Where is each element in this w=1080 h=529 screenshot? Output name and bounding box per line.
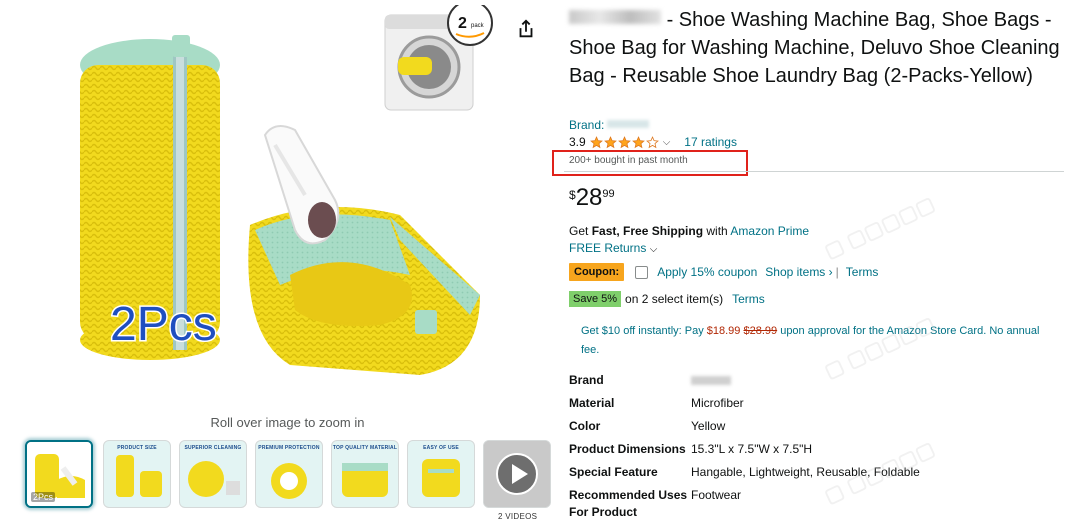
spec-value: Microfiber [691, 396, 744, 410]
star-icon [631, 135, 645, 148]
thumbnail-6[interactable]: EASY OF USE [407, 440, 475, 508]
star-icon [645, 135, 659, 148]
spec-key: Color [569, 419, 601, 433]
spec-key: Special Feature [569, 465, 658, 479]
product-details: - Shoe Washing Machine Bag, Shoe Bags - … [552, 0, 1074, 529]
card-offer-text: Get $10 off instantly: Pay [581, 325, 707, 337]
chevron-down-icon: ⌵ [649, 244, 658, 255]
shipping-info: Get Fast, Free Shipping with Amazon Prim… [569, 224, 809, 238]
store-card-offer[interactable]: Get $10 off instantly: Pay $18.99 $28.99… [581, 322, 1041, 360]
blurred-brand-name [569, 10, 661, 24]
thumbnail-label: PREMIUM PROTECTION [258, 445, 320, 451]
svg-text:2: 2 [458, 15, 467, 32]
thumbnail-1[interactable]: 2Pcs [25, 440, 93, 508]
thumbnail-label: EASY OF USE [423, 445, 459, 451]
apply-coupon-checkbox[interactable] [635, 265, 649, 279]
price-fraction: 99 [602, 188, 615, 200]
spec-key: Product Dimensions [569, 442, 686, 456]
two-pcs-overlay: 2Pcs [110, 298, 217, 351]
svg-text:pack: pack [471, 23, 485, 29]
thumbnail-label: TOP QUALITY MATERIAL [332, 445, 398, 451]
spec-value: Yellow [691, 419, 726, 433]
star-rating[interactable] [589, 135, 659, 149]
star-icon [603, 135, 617, 148]
image-gallery: 2Pcs 2 pack Roll over image to zoom in 2… [0, 0, 555, 529]
amazon-prime-link[interactable]: Amazon Prime [730, 224, 809, 238]
ratings-count-link[interactable]: 17 ratings [684, 135, 737, 149]
spec-value: Hangable, Lightweight, Reusable, Foldabl… [691, 465, 920, 479]
thumbnail-strip: 2Pcs PRODUCT SIZE SUPERIOR CLEANING PREM… [25, 440, 555, 510]
spec-value [691, 372, 731, 390]
play-icon [484, 441, 550, 507]
thumbnail-3[interactable]: SUPERIOR CLEANING [179, 440, 247, 508]
apply-coupon-label[interactable]: Apply 15% coupon [657, 265, 757, 279]
spec-key: Recommended Uses For Product [569, 488, 688, 519]
spec-value: 15.3"L x 7.5"W x 7.5"H [691, 442, 813, 456]
price-whole: 28 [575, 184, 603, 211]
zoom-hint: Roll over image to zoom in [210, 415, 365, 430]
main-product-image[interactable]: 2Pcs 2 pack [60, 5, 510, 405]
shipping-mid: with [703, 224, 731, 238]
save-terms-link[interactable]: Terms [732, 292, 765, 306]
save-badge: Save 5% [569, 291, 622, 307]
rating-value: 3.9 [569, 135, 586, 149]
coupon-terms-link[interactable]: Terms [846, 265, 879, 279]
video-thumbnail[interactable] [483, 440, 551, 508]
save-text: on 2 select item(s) [625, 292, 724, 306]
save-row: Save 5% on 2 select item(s) Terms [569, 290, 765, 308]
free-returns-link[interactable]: FREE Returns ⌵ [569, 241, 657, 255]
shop-items-link[interactable]: Shop items › [765, 265, 832, 279]
blurred-brand-value [607, 120, 650, 128]
star-icon [617, 135, 631, 148]
thumbnail-count: 2Pcs [31, 492, 56, 502]
card-offer-old-price: $28.99 [743, 325, 778, 337]
thumbnail-4[interactable]: PREMIUM PROTECTION [255, 440, 323, 508]
star-icon [589, 135, 603, 148]
chevron-down-icon[interactable]: ⌵ [663, 137, 671, 148]
price: $ 28 99 [569, 185, 615, 211]
thumbnail-label: PRODUCT SIZE [117, 445, 157, 451]
rating-row: 3.9 ⌵ 17 ratings [569, 134, 737, 150]
video-caption: 2 VIDEOS [498, 512, 538, 521]
separator: | [835, 265, 839, 279]
share-icon[interactable] [515, 18, 537, 40]
spec-key: Brand [569, 373, 604, 387]
brand-label: Brand: [569, 118, 605, 132]
card-offer-new-price: $18.99 [706, 325, 741, 337]
blurred-brand-value [691, 376, 731, 385]
shipping-bold: Fast, Free Shipping [591, 224, 704, 238]
spec-key: Material [569, 396, 615, 410]
bought-in-past-month: 200+ bought in past month [569, 155, 688, 166]
thumbnail-5[interactable]: TOP QUALITY MATERIAL [331, 440, 399, 508]
coupon-row: Coupon: Apply 15% coupon Shop items › | … [569, 262, 878, 282]
brand-link[interactable]: Brand: [569, 118, 650, 132]
product-title: - Shoe Washing Machine Bag, Shoe Bags - … [569, 6, 1069, 90]
thumbnail-label: SUPERIOR CLEANING [184, 445, 242, 451]
coupon-badge: Coupon: [569, 263, 625, 281]
price-symbol: $ [569, 188, 576, 202]
shipping-prefix: Get [569, 224, 592, 238]
thumbnail-2[interactable]: PRODUCT SIZE [103, 440, 171, 508]
free-returns-text: FREE Returns [569, 241, 647, 255]
spec-value: Footwear [691, 488, 742, 502]
divider [564, 171, 1064, 172]
